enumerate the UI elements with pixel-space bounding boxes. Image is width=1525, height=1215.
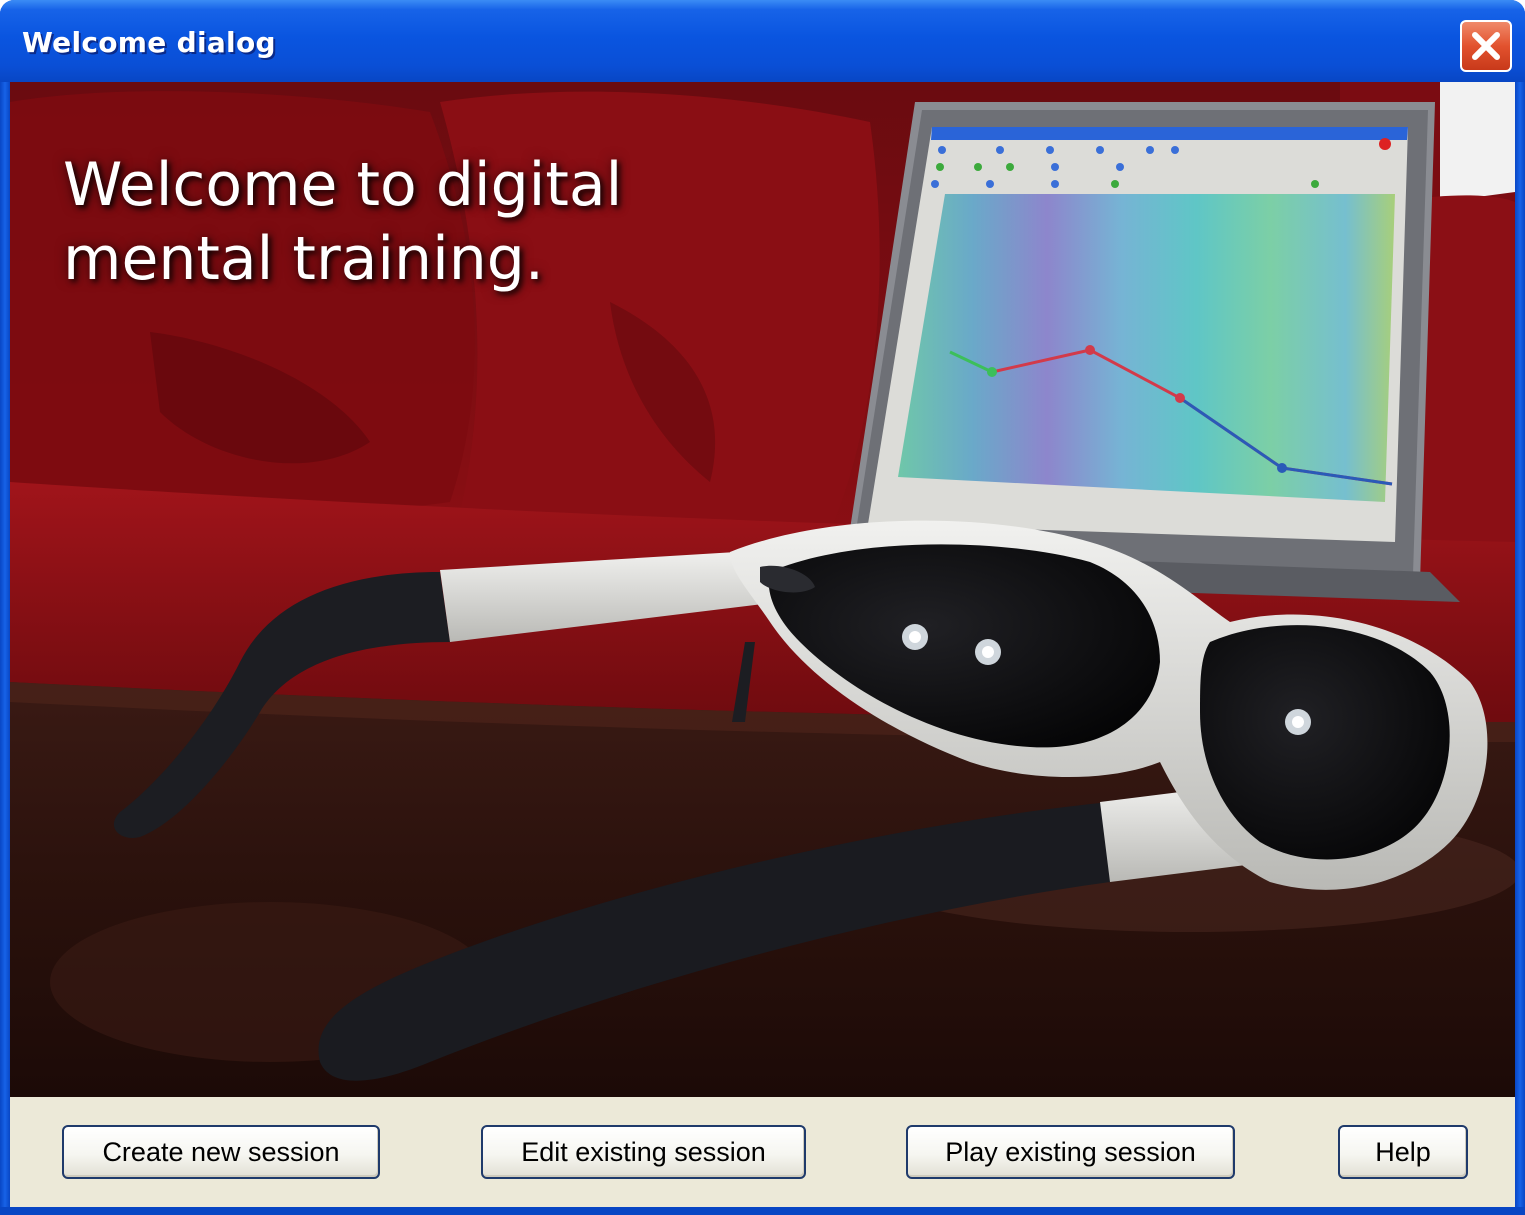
welcome-heading-line-1: Welcome to digital [63,150,623,220]
window-title: Welcome dialog [22,26,276,59]
close-icon [1472,32,1500,60]
help-button[interactable]: Help [1338,1125,1468,1179]
close-button[interactable] [1460,20,1512,72]
play-existing-session-button[interactable]: Play existing session [906,1125,1235,1179]
welcome-heading-line-2: mental training. [63,224,544,294]
welcome-dialog-window: Welcome dialog Welcome to digital mental… [0,0,1525,1215]
welcome-heading: Welcome to digital mental training. [63,148,763,296]
create-new-session-button[interactable]: Create new session [62,1125,380,1179]
dialog-client-area: Welcome to digital mental training. Crea… [10,82,1515,1207]
title-bar[interactable]: Welcome dialog [0,0,1525,82]
edit-existing-session-button[interactable]: Edit existing session [481,1125,806,1179]
window-frame-bottom [0,1207,1525,1215]
hero-image: Welcome to digital mental training. [10,82,1515,1097]
window-frame-left [0,82,10,1215]
window-frame-right [1515,82,1525,1215]
